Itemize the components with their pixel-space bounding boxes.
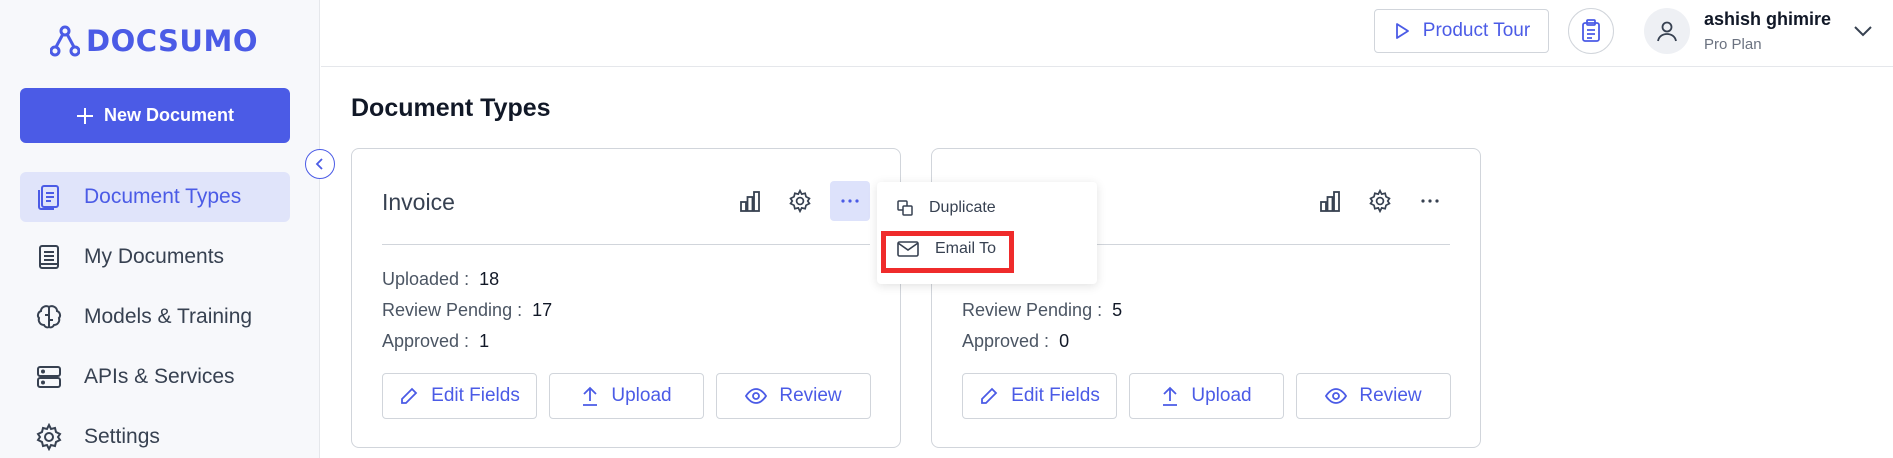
more-options-button[interactable] xyxy=(1410,181,1450,221)
upload-icon xyxy=(1163,386,1178,406)
chevron-left-icon xyxy=(315,158,323,170)
stat-approved: Approved : 0 xyxy=(962,331,1069,352)
eye-icon xyxy=(745,388,768,404)
my-documents-icon xyxy=(34,242,64,272)
pencil-icon xyxy=(401,387,418,404)
stat-value: 5 xyxy=(1112,300,1123,320)
avatar[interactable] xyxy=(1644,8,1690,54)
chevron-down-icon[interactable] xyxy=(1852,20,1874,42)
stat-label: Review Pending : xyxy=(962,300,1103,320)
sidebar-item-settings[interactable]: Settings xyxy=(20,412,290,458)
upload-icon xyxy=(583,386,598,406)
more-options-menu: Duplicate Email To xyxy=(877,182,1097,284)
sidebar-item-label: APIs & Services xyxy=(84,365,235,388)
sidebar-item-document-types[interactable]: Document Types xyxy=(20,172,290,222)
new-document-label: New Document xyxy=(103,105,235,125)
stat-approved: Approved : 1 xyxy=(382,331,489,352)
duplicate-icon xyxy=(897,200,913,216)
user-plan: Pro Plan xyxy=(1704,36,1762,53)
card-title: Invoice xyxy=(382,189,455,215)
stat-review-pending: Review Pending : 5 xyxy=(962,300,1122,321)
gear-icon xyxy=(789,189,811,213)
sidebar-item-label: Models & Training xyxy=(84,305,253,328)
sidebar-item-label: My Documents xyxy=(84,245,225,268)
stat-label: Approved : xyxy=(382,331,470,351)
button-label: Edit Fields xyxy=(431,385,520,406)
gear-icon xyxy=(1369,189,1391,213)
plus-icon xyxy=(76,107,93,124)
menu-item-label: Duplicate xyxy=(929,199,996,216)
stat-uploaded: Uploaded : 18 xyxy=(382,269,499,290)
stat-value: 17 xyxy=(532,300,553,320)
sidebar-item-label: Document Types xyxy=(84,185,242,208)
clipboard-icon xyxy=(1582,19,1600,42)
stat-label: Approved : xyxy=(962,331,1050,351)
docsumo-logo[interactable]: DOCSUMO xyxy=(50,24,258,58)
analytics-button[interactable] xyxy=(1310,181,1350,221)
sidebar: DOCSUMO New Document Document Types My D… xyxy=(0,0,320,458)
settings-button[interactable] xyxy=(780,181,820,221)
more-horizontal-icon xyxy=(1421,199,1439,203)
sidebar-item-my-documents[interactable]: My Documents xyxy=(20,232,290,282)
stat-label: Uploaded : xyxy=(382,269,470,289)
edit-fields-button[interactable]: Edit Fields xyxy=(962,373,1117,419)
document-type-card: Invoice Uploaded : 18 Review Pending : 1… xyxy=(351,148,901,448)
user-icon xyxy=(1657,21,1677,42)
stat-value: 1 xyxy=(479,331,490,351)
review-button[interactable]: Review xyxy=(1296,373,1451,419)
server-icon xyxy=(34,362,64,392)
upload-button[interactable]: Upload xyxy=(549,373,704,419)
review-button[interactable]: Review xyxy=(716,373,871,419)
collapse-sidebar-button[interactable] xyxy=(305,149,335,179)
product-tour-label: Product Tour xyxy=(1422,20,1531,41)
button-label: Upload xyxy=(1191,385,1252,406)
play-icon xyxy=(1395,23,1409,39)
highlight-box xyxy=(881,231,1014,273)
button-label: Review xyxy=(779,385,842,406)
user-name: ashish ghimire xyxy=(1704,9,1832,29)
menu-item-duplicate[interactable]: Duplicate xyxy=(897,199,996,217)
analytics-button[interactable] xyxy=(730,181,770,221)
new-document-button[interactable]: New Document xyxy=(20,88,290,143)
brain-icon xyxy=(34,302,64,332)
eye-icon xyxy=(1325,388,1348,404)
bar-chart-icon xyxy=(740,191,760,212)
stat-value: 0 xyxy=(1059,331,1070,351)
edit-fields-button[interactable]: Edit Fields xyxy=(382,373,537,419)
stat-label: Review Pending : xyxy=(382,300,523,320)
sidebar-item-apis-services[interactable]: APIs & Services xyxy=(20,352,290,402)
product-tour-button[interactable]: Product Tour xyxy=(1374,9,1549,53)
more-options-button[interactable] xyxy=(830,181,870,221)
stat-review-pending: Review Pending : 17 xyxy=(382,300,552,321)
divider xyxy=(382,244,870,245)
logo-icon xyxy=(50,25,80,57)
logo-text: DOCSUMO xyxy=(86,24,258,58)
page-title: Document Types xyxy=(351,94,551,122)
clipboard-button[interactable] xyxy=(1568,8,1614,54)
settings-button[interactable] xyxy=(1360,181,1400,221)
gear-icon xyxy=(34,422,64,452)
button-label: Review xyxy=(1359,385,1422,406)
bar-chart-icon xyxy=(1320,191,1340,212)
stat-value: 18 xyxy=(479,269,500,289)
button-label: Upload xyxy=(611,385,672,406)
pencil-icon xyxy=(981,387,998,404)
upload-button[interactable]: Upload xyxy=(1129,373,1284,419)
sidebar-item-models-training[interactable]: Models & Training xyxy=(20,292,290,342)
button-label: Edit Fields xyxy=(1011,385,1100,406)
sidebar-item-label: Settings xyxy=(84,425,160,448)
more-horizontal-icon xyxy=(841,199,859,203)
document-types-icon xyxy=(34,182,64,212)
